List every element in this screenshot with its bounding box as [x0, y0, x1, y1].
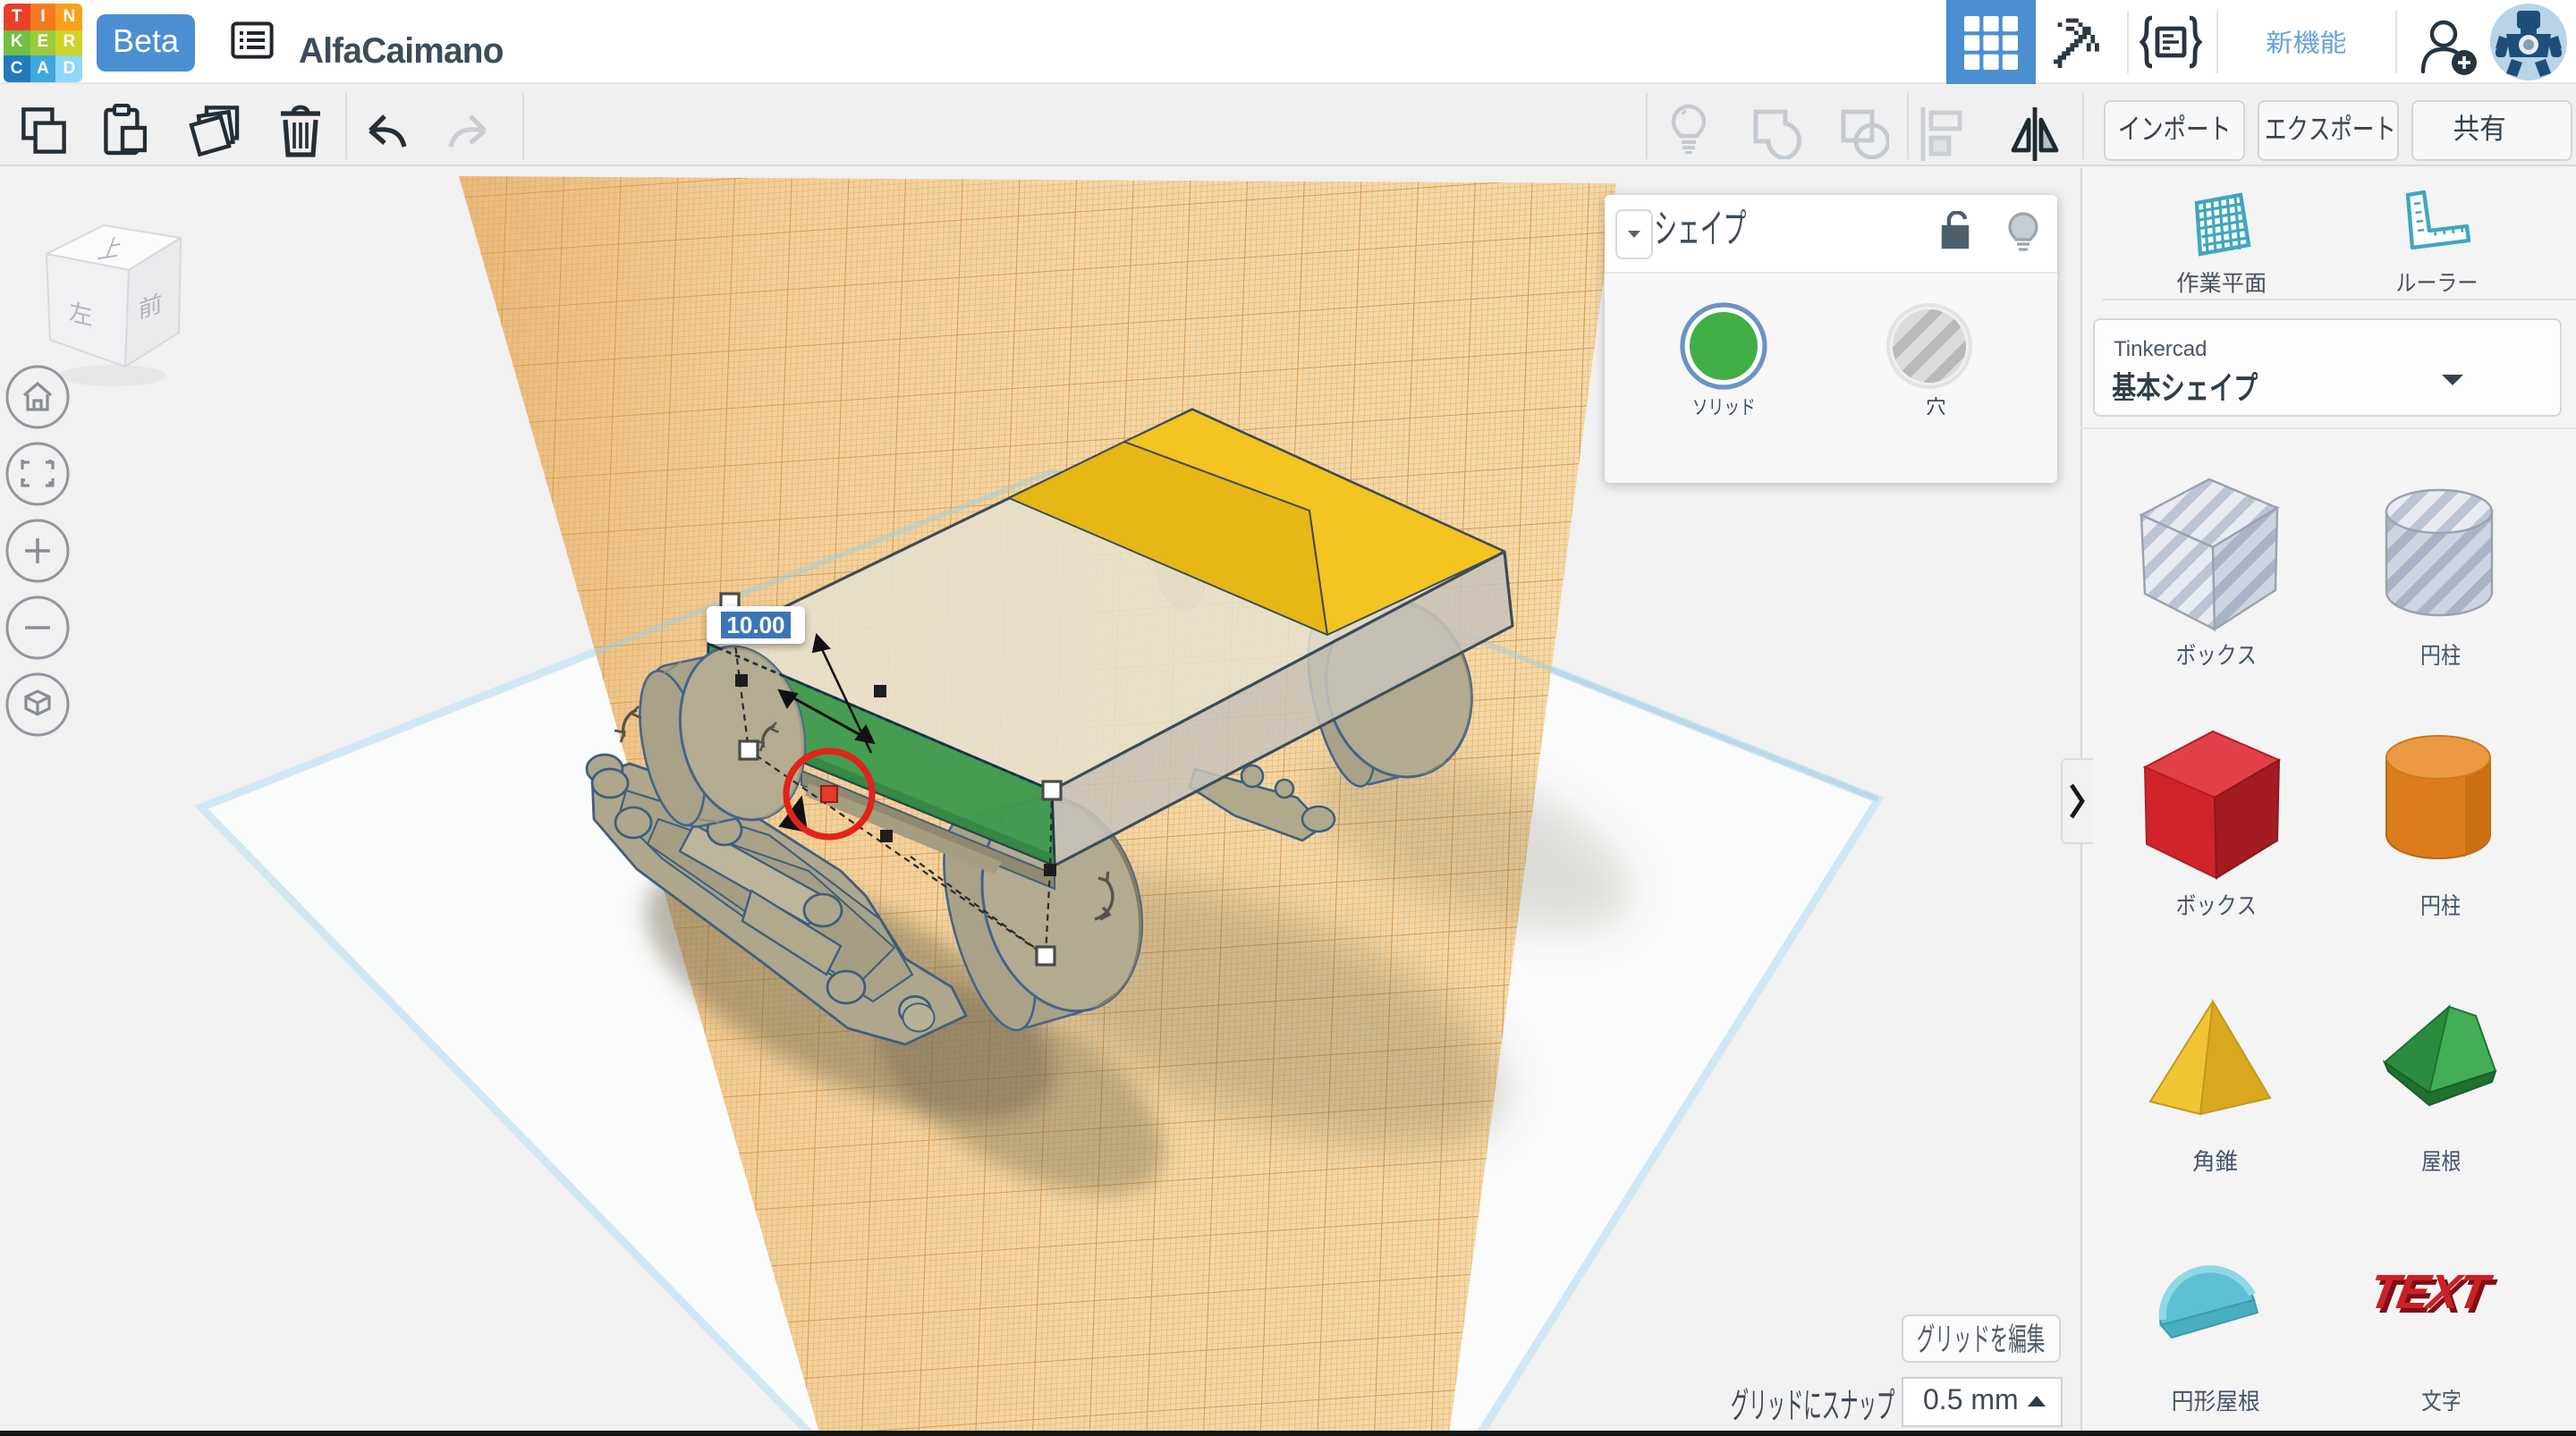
- svg-text:TEXT: TEXT: [2365, 1264, 2496, 1319]
